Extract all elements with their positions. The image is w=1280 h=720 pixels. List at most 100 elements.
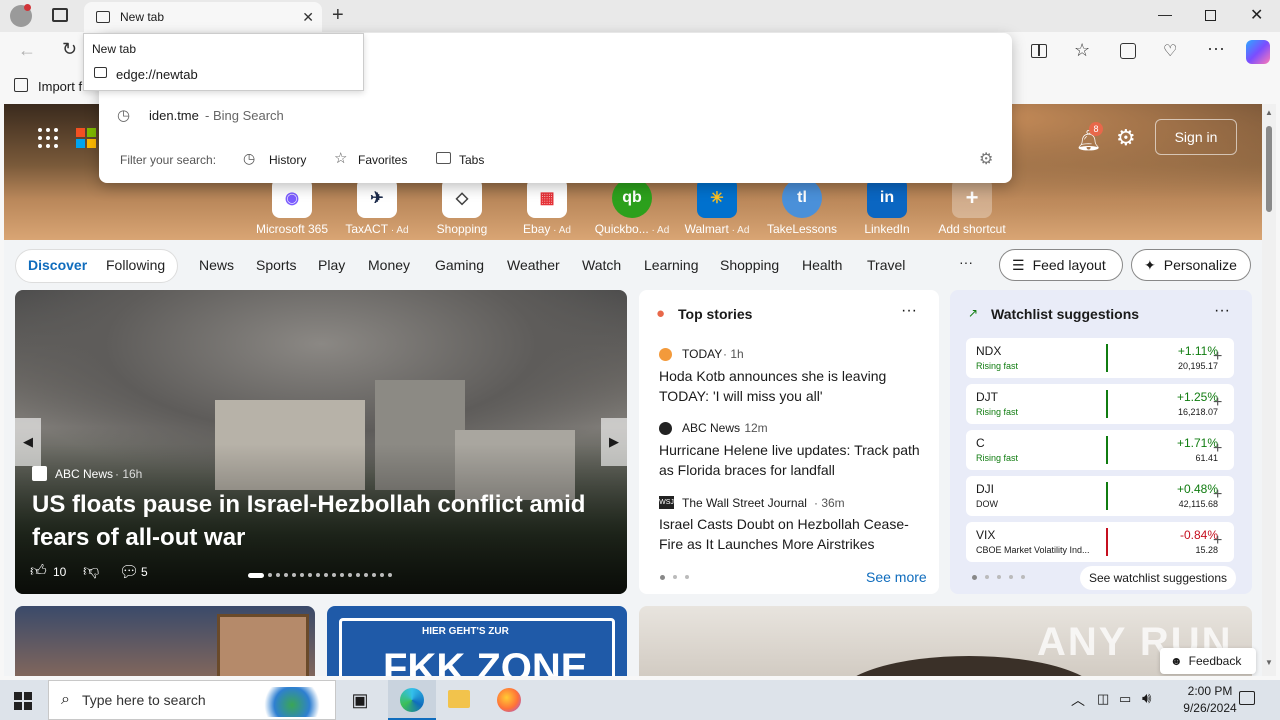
settings-gear-icon[interactable]: ⚙ [1116,125,1136,151]
story-headline[interactable]: Israel Casts Doubt on Hezbollah Cease-Fi… [659,514,925,554]
shortcut-microsoft-365[interactable]: ◉ Microsoft 365 [250,178,334,236]
watchlist-row[interactable]: NDX Rising fast +1.11% 20,195.17 + [966,338,1234,378]
profile-avatar[interactable] [10,4,32,27]
import-favorites-link[interactable]: Import f [38,79,82,94]
nav-gaming[interactable]: Gaming [435,257,484,273]
task-view-icon[interactable]: ▣ [348,688,372,712]
newtab-icon [94,67,107,78]
nav-more-icon[interactable]: ··· [959,254,973,270]
scroll-down-icon[interactable]: ▼ [1265,658,1273,667]
network-icon[interactable]: ▭ [1119,691,1131,707]
carousel-next-button[interactable]: ▶ [601,418,627,466]
shortcut-ebay[interactable]: ▦ Ebay · Ad [505,178,589,236]
personalize-button[interactable]: ✦ Personalize [1131,249,1251,281]
back-arrow-icon[interactable]: ← [18,40,36,61]
filter-tabs[interactable]: Tabs [459,153,484,167]
nav-news[interactable]: News [199,257,234,273]
notifications-icon[interactable] [1239,691,1255,705]
filter-favorites[interactable]: Favorites [358,153,407,167]
stock-symbol: NDX [976,344,1002,358]
watchlist-row[interactable]: DJT Rising fast +1.25% 16,218.07 + [966,384,1234,424]
split-screen-icon[interactable] [1031,44,1047,58]
add-to-watchlist-icon[interactable]: + [1213,486,1222,504]
watchlist-row[interactable]: DJI DOW +0.48% 42,115.68 + [966,476,1234,516]
nav-play[interactable]: Play [318,257,345,273]
see-more-link[interactable]: See more [866,569,927,585]
taskbar-date[interactable]: 9/26/2024 [1170,701,1250,715]
copilot-icon[interactable] [1246,40,1270,64]
refresh-icon[interactable]: ↻ [62,39,77,60]
add-to-watchlist-icon[interactable]: + [1213,532,1222,550]
see-watchlist-button[interactable]: See watchlist suggestions [1080,566,1236,590]
shortcut-quickbooks[interactable]: qb Quickbo... · Ad [590,178,674,236]
nav-learning[interactable]: Learning [644,257,699,273]
add-to-watchlist-icon[interactable]: + [1213,394,1222,412]
suggestion-query[interactable]: iden.tme [149,108,199,123]
shortcut-walmart[interactable]: ✳ Walmart · Ad [675,178,759,236]
tab-discover[interactable]: Discover [28,257,87,273]
shortcut-taxact[interactable]: ✈ TaxACT · Ad [335,178,419,236]
feature-story-card[interactable]: ◀ ▶ ABC News · 16h US floats pause in Is… [15,290,627,594]
browser-essentials-icon[interactable]: ♡ [1163,41,1177,61]
scroll-thumb[interactable] [1266,126,1272,212]
scroll-up-icon[interactable]: ▲ [1265,108,1273,117]
firefox-icon[interactable] [497,688,521,712]
collections-icon[interactable] [1120,43,1136,59]
dislike-icon[interactable]: 👎︎ [83,562,99,581]
new-tab-button[interactable]: + [332,4,344,27]
restore-icon[interactable] [1205,10,1216,21]
feature-age: · 16h [115,467,143,481]
watchlist-row[interactable]: VIX CBOE Market Volatility Ind... -0.84%… [966,522,1234,562]
watchlist-row[interactable]: C Rising fast +1.71% 61.41 + [966,430,1234,470]
taskbar-search-input[interactable]: ⌕ Type here to search [48,680,336,720]
shortcut-linkedin[interactable]: in LinkedIn [845,178,929,236]
nav-health[interactable]: Health [802,257,842,273]
story-headline[interactable]: Hurricane Helene live updates: Track pat… [659,440,925,480]
page-scrollbar[interactable]: ▲ ▼ [1262,104,1276,676]
filter-history[interactable]: History [269,153,306,167]
top-stories-more-icon[interactable]: ··· [901,302,917,320]
meet-now-icon[interactable]: ◫ [1097,691,1109,707]
shortcut-add[interactable]: + Add shortcut [930,178,1014,236]
nav-watch[interactable]: Watch [582,257,621,273]
edge-taskbar-button[interactable] [388,680,436,720]
favorites-star-icon[interactable]: ☆ [1074,40,1090,61]
comment-icon[interactable]: 💬︎ [119,562,139,582]
nav-shopping[interactable]: Shopping [720,257,779,273]
taskbar-time[interactable]: 2:00 PM [1170,684,1250,698]
chevron-up-icon[interactable]: ︿ [1071,690,1085,710]
close-window-icon[interactable]: ✕ [1250,5,1263,25]
tab-new-tab[interactable]: New tab ✕ [84,2,322,32]
shortcut-takelessons[interactable]: tl TakeLessons [760,178,844,236]
watchlist-more-icon[interactable]: ··· [1214,302,1230,320]
nav-weather[interactable]: Weather [507,257,560,273]
apps-grid-icon[interactable] [38,128,58,148]
volume-icon[interactable]: 🔊︎ [1142,690,1151,707]
story-headline[interactable]: Hoda Kotb announces she is leaving TODAY… [659,366,925,406]
carousel-prev-button[interactable]: ◀ [15,418,41,466]
taskbar: ⌕ Type here to search ▣ ︿ ◫ ▭ 🔊︎ 2:00 PM… [0,680,1280,720]
story-card-image[interactable] [15,606,315,676]
nav-money[interactable]: Money [368,257,410,273]
minimize-icon[interactable]: — [1158,6,1172,22]
settings-gear-icon[interactable]: ⚙ [979,149,993,169]
feed-layout-button[interactable]: ☰ Feed layout [999,249,1123,281]
feedback-button[interactable]: ☻ Feedback [1160,648,1256,674]
story-source: ABC News [682,421,741,435]
stock-symbol: VIX [976,528,996,542]
nav-travel[interactable]: Travel [867,257,905,273]
like-icon[interactable]: 👍︎ [30,562,47,581]
settings-more-icon[interactable]: ··· [1207,38,1225,59]
close-tab-icon[interactable]: ✕ [302,9,314,26]
tab-following[interactable]: Following [106,257,165,273]
story-card-image[interactable]: HIER GEHT'S ZUR FKK ZONE [327,606,627,676]
add-to-watchlist-icon[interactable]: + [1213,348,1222,366]
nav-sports[interactable]: Sports [256,257,296,273]
tab-actions-icon[interactable] [52,8,68,22]
sign-in-button[interactable]: Sign in [1155,119,1237,155]
add-to-watchlist-icon[interactable]: + [1213,440,1222,458]
shortcut-shopping[interactable]: ◇ Shopping [420,178,504,236]
feature-headline[interactable]: US floats pause in Israel-Hezbollah conf… [32,488,612,554]
windows-start-icon[interactable] [14,692,32,710]
file-explorer-icon[interactable] [448,690,470,708]
